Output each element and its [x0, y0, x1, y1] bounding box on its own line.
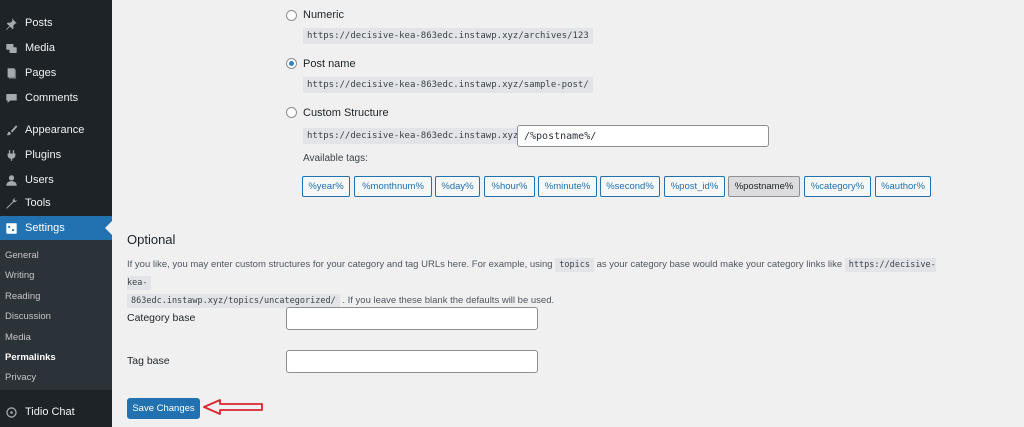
- radio-numeric-label: Numeric: [303, 9, 344, 21]
- tag-post-id-button[interactable]: %post_id%: [664, 176, 725, 197]
- submenu-general[interactable]: General: [5, 250, 39, 261]
- post-name-example-url: https://decisive-kea-863edc.instawp.xyz/…: [303, 77, 593, 93]
- user-icon: [4, 173, 18, 187]
- numeric-example-url: https://decisive-kea-863edc.instawp.xyz/…: [303, 28, 593, 44]
- wrench-icon: [4, 196, 18, 210]
- tag-postname-button[interactable]: %postname%: [728, 176, 800, 197]
- optional-description: If you like, you may enter custom struct…: [127, 256, 957, 310]
- menu-tidio-chat-label: Tidio Chat: [25, 406, 75, 418]
- menu-plugins-label: Plugins: [25, 149, 62, 161]
- menu-pages[interactable]: Pages: [0, 61, 112, 85]
- submenu-reading[interactable]: Reading: [5, 291, 40, 302]
- optional-desc-text-3: . If you leave these blank the defaults …: [342, 295, 555, 306]
- menu-tools[interactable]: Tools: [0, 191, 112, 215]
- custom-structure-input[interactable]: /%postname%/: [517, 125, 769, 147]
- optional-desc-text-2: as your category base would make your ca…: [596, 259, 843, 270]
- comments-icon: [4, 91, 18, 105]
- menu-media-label: Media: [25, 42, 55, 54]
- category-base-label: Category base: [127, 312, 196, 324]
- radio-post-name[interactable]: [286, 58, 297, 69]
- submenu-writing[interactable]: Writing: [5, 270, 34, 281]
- tag-minute-button[interactable]: %minute%: [538, 176, 597, 197]
- optional-desc-code-url-2: 863edc.instawp.xyz/topics/uncategorized/: [127, 294, 340, 308]
- annotation-arrow-icon: [203, 399, 263, 415]
- menu-settings-label: Settings: [25, 222, 65, 234]
- menu-plugins[interactable]: Plugins: [0, 143, 112, 167]
- submenu-privacy[interactable]: Privacy: [5, 372, 36, 383]
- menu-users[interactable]: Users: [0, 168, 112, 192]
- optional-heading: Optional: [127, 232, 176, 247]
- menu-tidio-chat[interactable]: Tidio Chat: [0, 400, 112, 424]
- menu-users-label: Users: [25, 174, 54, 186]
- pages-icon: [4, 66, 18, 80]
- submenu-permalinks[interactable]: Permalinks: [5, 352, 56, 363]
- optional-desc-code-topics: topics: [555, 258, 594, 272]
- plug-icon: [4, 148, 18, 162]
- tag-monthnum-button[interactable]: %monthnum%: [354, 176, 432, 197]
- settings-icon: [4, 221, 18, 235]
- admin-sidebar: Posts Media Pages Comments Appearance Pl…: [0, 0, 112, 427]
- available-tags-label: Available tags:: [303, 153, 368, 164]
- category-base-input[interactable]: [286, 307, 538, 330]
- radio-numeric[interactable]: [286, 10, 297, 21]
- menu-pages-label: Pages: [25, 67, 57, 79]
- brush-icon: [4, 123, 18, 137]
- menu-appearance[interactable]: Appearance: [0, 118, 112, 142]
- tag-year-button[interactable]: %year%: [302, 176, 350, 197]
- tag-hour-button[interactable]: %hour%: [484, 176, 535, 197]
- submenu-media[interactable]: Media: [5, 332, 31, 343]
- chat-icon: [4, 405, 18, 419]
- media-icon: [4, 41, 18, 55]
- pin-icon: [4, 16, 18, 30]
- radio-custom-structure-label: Custom Structure: [303, 107, 389, 119]
- tag-category-button[interactable]: %category%: [804, 176, 871, 197]
- tag-day-button[interactable]: %day%: [435, 176, 480, 197]
- save-changes-button[interactable]: Save Changes: [127, 398, 200, 419]
- menu-appearance-label: Appearance: [25, 124, 85, 136]
- menu-media[interactable]: Media: [0, 36, 112, 60]
- custom-structure-prefix: https://decisive-kea-863edc.instawp.xyz: [303, 128, 523, 144]
- menu-comments-label: Comments: [25, 92, 79, 104]
- menu-posts[interactable]: Posts: [0, 11, 112, 35]
- menu-tools-label: Tools: [25, 197, 51, 209]
- tag-second-button[interactable]: %second%: [600, 176, 660, 197]
- menu-posts-label: Posts: [25, 17, 53, 29]
- menu-comments[interactable]: Comments: [0, 86, 112, 110]
- optional-desc-text-1: If you like, you may enter custom struct…: [127, 259, 553, 270]
- tag-base-label: Tag base: [127, 355, 170, 367]
- settings-submenu: General Writing Reading Discussion Media…: [0, 240, 112, 390]
- tag-author-button[interactable]: %author%: [875, 176, 931, 197]
- radio-post-name-label: Post name: [303, 58, 356, 70]
- radio-custom-structure[interactable]: [286, 107, 297, 118]
- tag-base-input[interactable]: [286, 350, 538, 373]
- submenu-discussion[interactable]: Discussion: [5, 311, 51, 322]
- menu-settings[interactable]: Settings: [0, 216, 112, 240]
